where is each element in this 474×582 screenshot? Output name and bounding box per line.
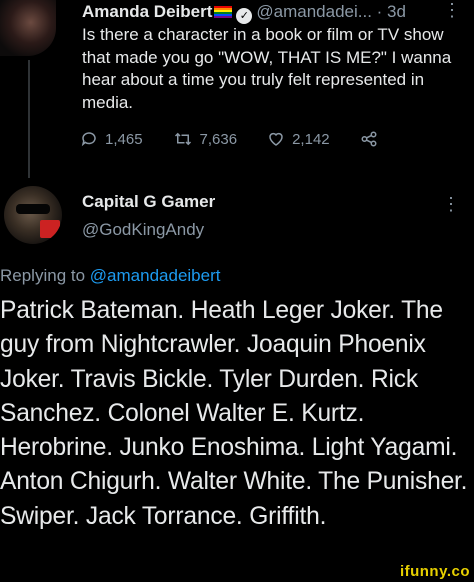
- more-vertical-icon[interactable]: ⋮: [443, 0, 461, 21]
- replying-prefix: Replying to: [0, 266, 86, 285]
- reply-count: 1,465: [105, 130, 143, 148]
- avatar[interactable]: [0, 0, 56, 56]
- original-tweet[interactable]: Amanda Deibert ✓ @amandadei... · 3d ⋮ Is t…: [0, 0, 474, 178]
- replying-to: Replying to @amandadeibert: [0, 266, 220, 286]
- reply-icon: [81, 132, 96, 147]
- verified-badge-icon: ✓: [236, 8, 253, 24]
- share-button[interactable]: [360, 130, 378, 148]
- action-bar: 1,465 7,636 2,142: [80, 130, 408, 148]
- reply-author-handle[interactable]: @GodKingAndy: [82, 220, 204, 240]
- like-count: 2,142: [292, 130, 330, 148]
- reply-text: Patrick Bateman. Heath Leger Joker. The …: [0, 297, 468, 530]
- author-name[interactable]: Amanda Deibert: [82, 2, 212, 21]
- reply-button[interactable]: 1,465: [80, 130, 143, 148]
- thread-line: [28, 60, 30, 178]
- retweet-button[interactable]: 7,636: [173, 130, 238, 148]
- cup: [40, 220, 60, 238]
- share-icon: [361, 131, 377, 147]
- heart-icon: [269, 132, 283, 146]
- pride-flag-icon: [214, 6, 233, 18]
- tweet-text: Is there a character in a book or film o…: [82, 25, 452, 112]
- like-button[interactable]: 2,142: [267, 130, 330, 148]
- sunglasses: [16, 204, 50, 214]
- watermark: ifunny.co: [399, 563, 470, 580]
- tweet-header: Amanda Deibert ✓ @amandadei... · 3d: [82, 2, 406, 24]
- reply-author-name[interactable]: Capital G Gamer: [82, 192, 215, 212]
- retweet-count: 7,636: [199, 130, 238, 148]
- more-vertical-icon[interactable]: ⋮: [442, 194, 460, 215]
- timestamp[interactable]: · 3d: [377, 2, 406, 21]
- retweet-icon: [174, 132, 191, 146]
- author-handle[interactable]: @amandadei...: [256, 2, 372, 21]
- avatar[interactable]: [4, 186, 62, 244]
- replying-to-link[interactable]: @amandadeibert: [90, 266, 221, 285]
